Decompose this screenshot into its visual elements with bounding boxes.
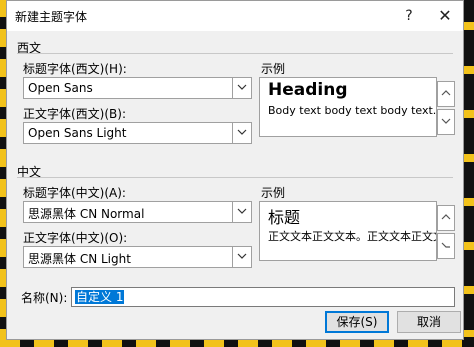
title-bar: 新建主题字体 ? ✕ bbox=[7, 1, 463, 31]
chinese-body-font-value: 思源黑体 CN Light bbox=[28, 252, 131, 266]
chevron-down-icon[interactable] bbox=[232, 78, 251, 98]
western-sample-body: Body text body text body text. Body bbox=[268, 104, 437, 117]
western-body-font-select[interactable]: Open Sans Light bbox=[23, 122, 252, 144]
chevron-down-icon bbox=[441, 118, 451, 124]
close-button[interactable]: ✕ bbox=[429, 1, 461, 31]
dialog-title: 新建主题字体 bbox=[15, 10, 88, 24]
western-sample-preview: Heading Body text body text body text. B… bbox=[259, 77, 437, 137]
chinese-body-font-label: 正文字体(中文)(O): bbox=[23, 231, 128, 245]
chinese-preview-scroll-down[interactable] bbox=[437, 233, 455, 259]
name-label: 名称(N): bbox=[21, 291, 68, 305]
chinese-heading-font-label: 标题字体(中文)(A): bbox=[23, 186, 126, 200]
chinese-heading-font-select[interactable]: 思源黑体 CN Normal bbox=[23, 201, 252, 223]
name-field[interactable]: 自定义 1 bbox=[71, 287, 455, 307]
chinese-preview-scroll-up[interactable] bbox=[437, 205, 455, 231]
save-button[interactable]: 保存(S) bbox=[325, 311, 389, 333]
chinese-body-font-select[interactable]: 思源黑体 CN Light bbox=[23, 246, 252, 268]
chinese-separator bbox=[17, 177, 453, 178]
chinese-sample-preview: 标题 正文文本正文文本。正文文本正文文本。 bbox=[259, 201, 437, 261]
western-heading-font-select[interactable]: Open Sans bbox=[23, 77, 252, 99]
western-separator bbox=[17, 53, 453, 54]
chevron-down-icon[interactable] bbox=[232, 202, 251, 222]
western-sample-heading: Heading bbox=[268, 80, 348, 100]
name-field-value: 自定义 1 bbox=[75, 290, 125, 304]
western-sample-label: 示例 bbox=[261, 62, 286, 76]
western-body-font-value: Open Sans Light bbox=[28, 126, 127, 140]
western-heading-font-value: Open Sans bbox=[28, 81, 93, 95]
chevron-up-icon bbox=[441, 90, 451, 96]
western-preview-scroll-down[interactable] bbox=[437, 109, 455, 135]
western-preview-scroll-up[interactable] bbox=[437, 81, 455, 107]
new-theme-fonts-dialog: 新建主题字体 ? ✕ 西文 标题字体(西文)(H): Open Sans 正文字… bbox=[6, 0, 464, 340]
chevron-down-icon bbox=[441, 242, 450, 248]
western-heading-font-label: 标题字体(西文)(H): bbox=[23, 62, 127, 76]
chevron-down-icon[interactable] bbox=[232, 247, 251, 267]
chinese-heading-font-value: 思源黑体 CN Normal bbox=[28, 207, 145, 221]
help-button[interactable]: ? bbox=[393, 1, 425, 31]
chevron-down-icon[interactable] bbox=[232, 123, 251, 143]
chinese-sample-heading: 标题 bbox=[268, 208, 301, 227]
cancel-button[interactable]: 取消 bbox=[397, 311, 461, 333]
chinese-sample-body: 正文文本正文文本。正文文本正文文本。 bbox=[268, 230, 436, 243]
western-body-font-label: 正文字体(西文)(B): bbox=[23, 107, 127, 121]
chinese-sample-label: 示例 bbox=[261, 186, 286, 200]
chevron-up-icon bbox=[441, 214, 451, 220]
